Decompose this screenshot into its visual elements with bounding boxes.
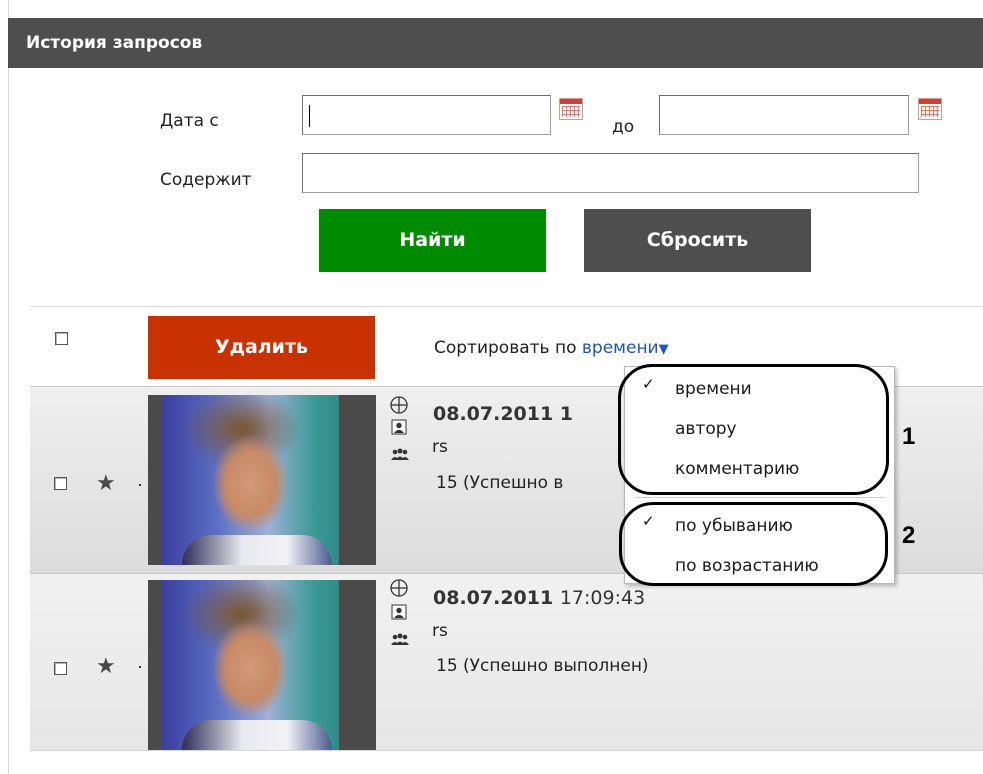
date-from-input[interactable]	[302, 95, 551, 135]
date-from-label: Дата с	[160, 111, 219, 131]
callout-number-1: 1	[902, 423, 916, 450]
record-status: 15 (Успешно в	[436, 473, 564, 493]
sort-prefix: Сортировать по	[434, 338, 577, 358]
date-to-input[interactable]	[659, 95, 909, 135]
portrait-icon	[391, 419, 407, 435]
select-all-checkbox[interactable]	[55, 332, 68, 345]
delete-button[interactable]: Удалить	[148, 316, 375, 379]
separator-dot	[139, 484, 141, 486]
group-icon	[391, 633, 409, 645]
calendar-icon[interactable]	[559, 98, 583, 120]
chevron-down-icon[interactable]: ▼	[659, 342, 669, 357]
star-icon[interactable]: ★	[96, 654, 116, 679]
find-button[interactable]: Найти	[319, 209, 546, 272]
callout-number-2: 2	[902, 522, 916, 549]
record-author: rs	[432, 621, 448, 641]
date-to-label: до	[612, 117, 635, 137]
portrait-icon	[391, 604, 407, 620]
divider	[30, 306, 983, 307]
sort-label: Сортировать по времени▼	[434, 338, 669, 358]
record-date: 08.07.2011	[433, 587, 554, 609]
record-time: 17:09:43	[559, 587, 646, 609]
separator-dot	[139, 666, 141, 668]
crosshair-icon	[390, 396, 408, 414]
row-checkbox[interactable]	[54, 477, 67, 490]
reset-button[interactable]: Сбросить	[584, 209, 811, 272]
face-thumbnail[interactable]	[148, 395, 376, 565]
text-cursor	[309, 105, 310, 127]
divider	[30, 750, 983, 751]
annotation-oval-2	[619, 502, 888, 586]
table-row[interactable]: ★ 08.07.2011 17:09:43 rs 15 (Успешно вып…	[30, 573, 983, 750]
panel-title: История запросов	[8, 18, 983, 68]
group-icon	[391, 448, 409, 460]
sort-dropdown-link[interactable]: времени	[582, 338, 659, 358]
record-author: rs	[432, 437, 448, 457]
contains-input[interactable]	[302, 153, 919, 193]
annotation-oval-1	[618, 364, 889, 495]
menu-divider	[635, 497, 885, 498]
calendar-icon[interactable]	[918, 98, 942, 120]
crosshair-icon	[390, 579, 408, 597]
face-thumbnail[interactable]	[148, 580, 376, 750]
record-status: 15 (Успешно выполнен)	[436, 656, 649, 676]
star-icon[interactable]: ★	[96, 471, 116, 496]
contains-label: Содержит	[160, 170, 252, 190]
record-datetime: 08.07.2011 17:09:43	[433, 587, 645, 609]
record-datetime: 08.07.2011 1	[433, 403, 574, 425]
row-checkbox[interactable]	[54, 662, 67, 675]
